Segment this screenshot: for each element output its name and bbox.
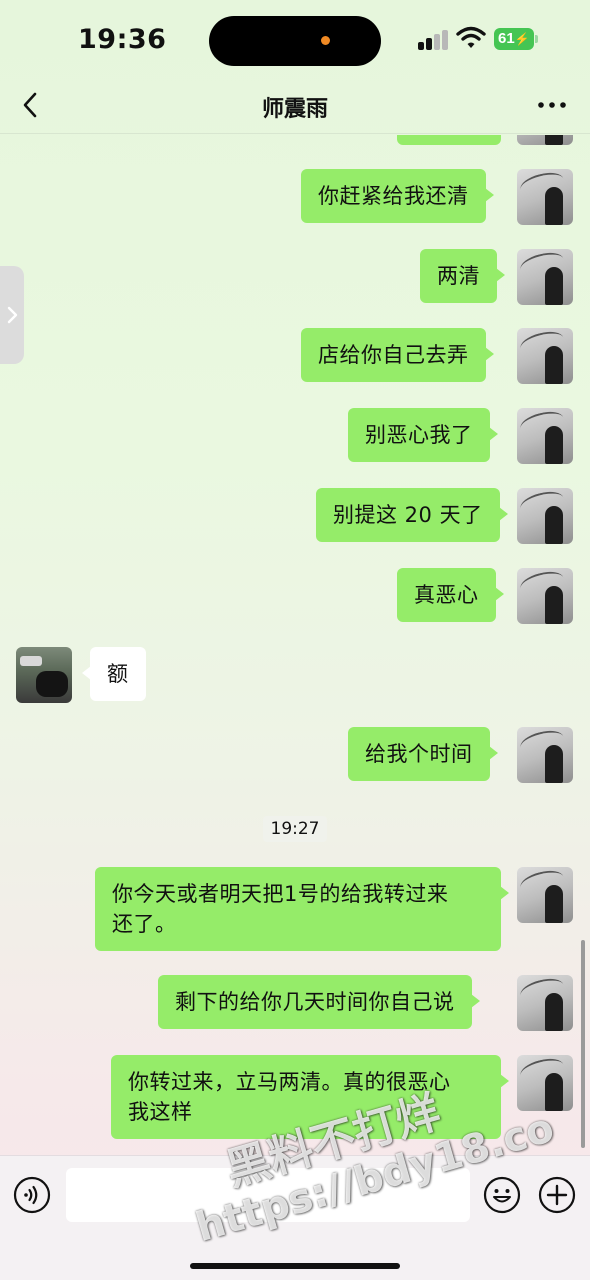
self-avatar[interactable] [517,135,573,145]
message-timestamp: 19:27 [263,816,327,842]
message-bubble[interactable]: 你转过来，立马两清。真的很恶心 我这样 [111,1055,509,1139]
message-text: 你赶紧给我还清 [318,184,469,208]
scrollbar[interactable] [581,940,585,1148]
self-avatar[interactable] [517,488,573,544]
contact-avatar[interactable] [16,647,72,703]
self-avatar[interactable] [517,975,573,1031]
status-time: 19:36 [78,24,167,55]
wifi-icon [456,26,486,50]
chat-header: 师震雨 [0,80,590,134]
message-text-line: 我这样 [128,1100,193,1124]
message-text-line: 你今天或者明天把1号的给我转过来 [112,882,449,906]
more-dots-icon [538,102,566,108]
chevron-right-icon [7,306,18,324]
message-text: 两清 [437,264,480,288]
voice-icon [13,1176,51,1214]
self-avatar[interactable] [517,1055,573,1111]
emoji-button[interactable] [483,1176,521,1214]
message-list[interactable]: 你赶紧给我还清 两清 店给你自己去弄 别恶心我了 别提这 20 天了 真恶心 额… [0,135,590,1155]
message-bubble-partial[interactable] [397,135,501,145]
message-bubble[interactable]: 给我个时间 [348,727,497,781]
self-avatar[interactable] [517,328,573,384]
message-input[interactable] [66,1168,470,1222]
message-text: 真恶心 [414,583,479,607]
home-indicator[interactable] [190,1263,400,1269]
message-bubble[interactable]: 店给你自己去弄 [301,328,493,382]
message-bubble[interactable]: 两清 [420,249,505,303]
message-bubble[interactable]: 剩下的给你几天时间你自己说 [158,975,479,1029]
self-avatar[interactable] [517,727,573,783]
message-text: 额 [107,662,129,686]
self-avatar[interactable] [517,408,573,464]
message-text: 别恶心我了 [365,423,473,447]
chat-title: 师震雨 [261,97,328,122]
message-bubble[interactable]: 真恶心 [397,568,503,622]
message-text: 剩下的给你几天时间你自己说 [175,990,455,1014]
message-bubble-incoming[interactable]: 额 [82,647,146,701]
message-text-line: 还了。 [112,912,177,936]
battery-charging-icon: 61⚡ [494,28,538,50]
side-drawer-tab[interactable] [0,266,24,364]
dynamic-island [209,16,381,66]
self-avatar[interactable] [517,169,573,225]
self-avatar[interactable] [517,867,573,923]
plus-button[interactable] [538,1176,576,1214]
message-bubble[interactable]: 你今天或者明天把1号的给我转过来 还了。 [95,867,509,951]
signal-icon [418,30,450,50]
message-text: 别提这 20 天了 [333,503,483,527]
battery-level: 61 [498,30,515,47]
plus-icon [538,1176,576,1214]
more-button[interactable] [534,90,570,120]
message-bubble[interactable]: 别提这 20 天了 [316,488,508,542]
recording-dot-icon [321,36,330,45]
self-avatar[interactable] [517,249,573,305]
message-text: 给我个时间 [365,742,473,766]
message-text-line: 你转过来，立马两清。真的很恶心 [128,1070,451,1094]
status-bar: 19:36 61⚡ [0,0,590,80]
voice-button[interactable] [13,1176,51,1214]
input-bar [0,1155,590,1280]
self-avatar[interactable] [517,568,573,624]
message-bubble[interactable]: 你赶紧给我还清 [301,169,493,223]
message-text: 店给你自己去弄 [318,343,469,367]
emoji-icon [483,1176,521,1214]
message-bubble[interactable]: 别恶心我了 [348,408,497,462]
